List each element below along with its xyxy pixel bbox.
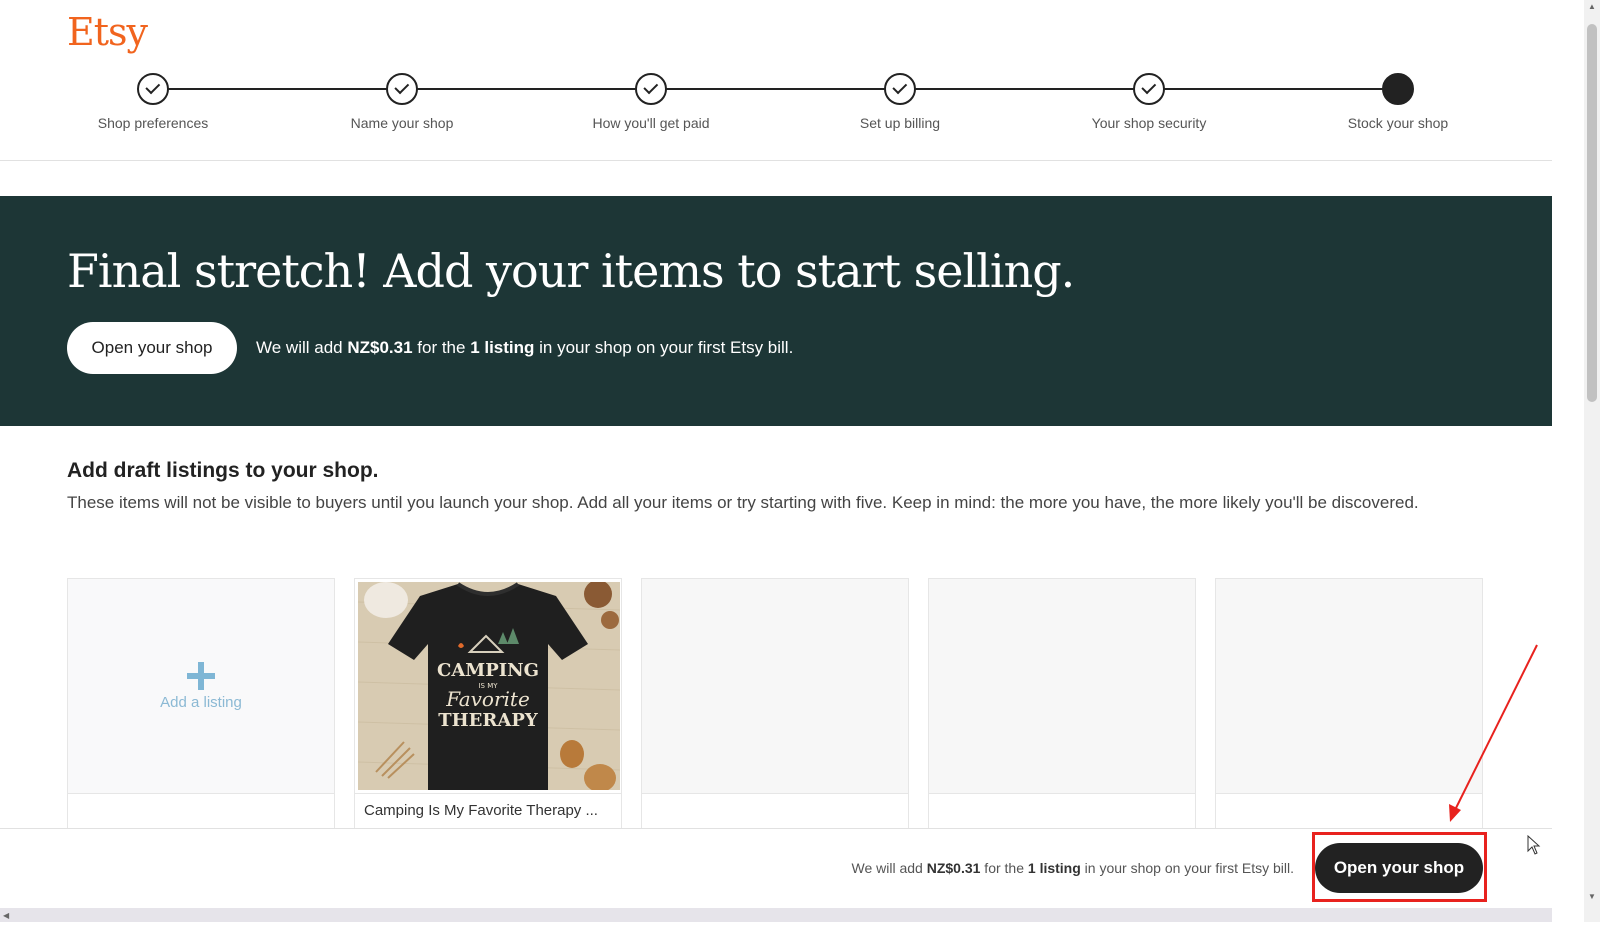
empty-listing-slot [928,578,1196,838]
note-count: 1 listing [470,338,535,357]
step-your-shop-security: Your shop security [1049,73,1249,131]
drafts-title: Add draft listings to your shop. [67,459,379,482]
hero-billing-note: We will add NZ$0.31 for the 1 listing in… [256,338,793,358]
tshirt-text-camping: CAMPING [437,660,539,681]
empty-listing-slot [641,578,909,838]
add-listing-label: Add a listing [160,693,242,711]
placeholder-image [1216,579,1482,793]
red-highlight-box [1312,832,1487,902]
note-prefix: We will add [851,860,927,876]
add-listing-card[interactable]: Add a listing [67,578,335,838]
step-how-youll-get-paid: How you'll get paid [551,73,751,131]
drafts-description: These items will not be visible to buyer… [67,493,1419,512]
step-set-up-billing: Set up billing [800,73,1000,131]
check-circle-icon [386,73,418,105]
note-middle: for the [412,338,471,357]
current-step-dot-icon [1382,73,1414,105]
placeholder-image [929,579,1195,793]
check-circle-icon [635,73,667,105]
step-name-your-shop: Name your shop [302,73,502,131]
note-suffix: in your shop on your first Etsy bill. [1080,860,1294,876]
step-stock-your-shop: Stock your shop [1298,73,1498,131]
check-circle-icon [137,73,169,105]
hero-banner: Final stretch! Add your items to start s… [0,196,1552,426]
step-label: How you'll get paid [592,115,710,131]
listing-card[interactable]: CAMPING IS MY Favorite THERAPY Camping I… [354,578,622,838]
scroll-left-icon[interactable]: ◀ [3,911,9,920]
listing-title[interactable]: Camping Is My Favorite Therapy ... [364,802,598,819]
check-circle-icon [1133,73,1165,105]
step-label: Set up billing [859,115,941,131]
step-label: Name your shop [350,115,454,131]
hero-title: Final stretch! Add your items to start s… [67,244,1075,298]
etsy-logo[interactable]: Etsy [67,10,148,54]
listing-photo[interactable]: CAMPING IS MY Favorite THERAPY [358,582,620,790]
step-label: Stock your shop [1347,115,1449,131]
empty-listing-slot [1215,578,1483,838]
horizontal-scrollbar[interactable]: ◀ [0,908,1552,922]
scroll-up-icon[interactable]: ▲ [1588,2,1596,11]
note-amount: NZ$0.31 [347,338,413,357]
vertical-scrollbar[interactable]: ▲ ▼ [1584,0,1600,922]
step-shop-preferences: Shop preferences [53,73,253,131]
tshirt-image: CAMPING IS MY Favorite THERAPY [358,582,620,790]
plus-icon [187,661,215,690]
note-middle: for the [980,860,1028,876]
note-amount: NZ$0.31 [926,860,981,876]
scroll-down-icon[interactable]: ▼ [1588,892,1596,901]
step-label: Shop preferences [97,115,209,131]
check-circle-icon [884,73,916,105]
add-listing-button[interactable]: Add a listing [68,579,334,793]
open-your-shop-button[interactable]: Open your shop [67,322,237,374]
tshirt-text-therapy: THERAPY [438,710,539,731]
step-label: Your shop security [1091,115,1207,131]
note-suffix: in your shop on your first Etsy bill. [534,338,794,357]
footer-billing-note: We will add NZ$0.31 for the 1 listing in… [852,860,1295,876]
mouse-pointer-icon [1527,835,1541,855]
progress-stepper: Shop preferences Name your shop How you'… [0,70,1552,140]
scrollbar-thumb[interactable] [1587,24,1597,402]
note-prefix: We will add [256,338,348,357]
tshirt-text-favorite: Favorite [445,687,530,711]
note-count: 1 listing [1027,860,1081,876]
header-divider [0,160,1552,161]
placeholder-image [642,579,908,793]
